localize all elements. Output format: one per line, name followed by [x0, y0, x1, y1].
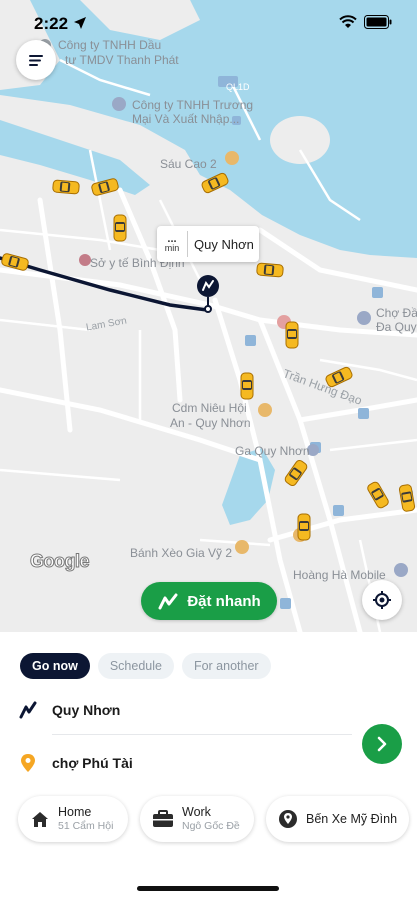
- saved-place-recent[interactable]: Bến Xe Mỹ Đình: [266, 796, 409, 842]
- road-shield-label: QL1D: [226, 82, 250, 92]
- battery-icon: [364, 15, 392, 29]
- saved-place-title: Work: [182, 805, 211, 819]
- taxi-markers: [0, 171, 416, 541]
- booking-tabs: Go now Schedule For another: [20, 653, 271, 679]
- menu-icon: [29, 55, 43, 66]
- my-location-button[interactable]: [362, 580, 402, 620]
- eta-box: ... min: [157, 231, 188, 257]
- wifi-icon: [339, 15, 357, 28]
- saved-place-title: Home: [58, 805, 92, 819]
- poi-label: Hoàng Hà Mobile: [293, 568, 386, 582]
- pickup-pin-icon: [197, 275, 219, 313]
- tab-for-another[interactable]: For another: [181, 653, 271, 679]
- poi-label: Công ty TNHH Trương: [132, 98, 254, 112]
- destination-row[interactable]: chợ Phú Tài: [18, 753, 133, 773]
- taxi-icon: [365, 480, 391, 510]
- pickup-eta-bubble[interactable]: ... min Quy Nhơn: [157, 226, 259, 262]
- pin-icon: [278, 809, 298, 829]
- tab-go-now[interactable]: Go now: [20, 653, 90, 679]
- poi-label: An - Quy Nhơn: [170, 416, 251, 430]
- quick-book-button[interactable]: Đặt nhanh: [141, 582, 277, 620]
- taxi-icon: [200, 171, 230, 195]
- saved-places: Home 51 Cẩm Hội Work Ngô Gốc Đề Bến Xe M…: [18, 796, 409, 842]
- location-arrow-icon: [74, 17, 86, 29]
- menu-button[interactable]: [16, 40, 56, 80]
- eta-unit: min: [164, 243, 180, 253]
- pickup-label: Quy Nhơn: [194, 236, 254, 252]
- divider: [52, 734, 352, 735]
- poi-label: Bánh Xèo Gia Vỹ 2: [130, 546, 233, 560]
- status-bar: 2:22: [0, 0, 417, 46]
- home-icon: [30, 810, 50, 828]
- poi-label: Đa Quy: [376, 320, 417, 334]
- poi-label: Cdm Niêu Hội: [172, 401, 247, 415]
- taxi-icon: [52, 179, 80, 195]
- saved-place-subtitle: Ngô Gốc Đề: [182, 820, 240, 832]
- saved-place-work[interactable]: Work Ngô Gốc Đề: [140, 796, 254, 842]
- taxi-icon: [285, 321, 299, 349]
- pickup-text: Quy Nhơn: [52, 702, 121, 718]
- tab-schedule[interactable]: Schedule: [97, 653, 174, 679]
- poi-label: Ga Quy Nhơn: [235, 444, 310, 458]
- chevron-right-icon: [377, 736, 387, 752]
- home-indicator: [137, 886, 279, 891]
- saved-place-title: Bến Xe Mỹ Đình: [306, 811, 398, 826]
- saved-place-home[interactable]: Home 51 Cẩm Hội: [18, 796, 128, 842]
- eta-value: ...: [167, 233, 177, 245]
- confirm-destination-button[interactable]: [362, 724, 402, 764]
- booking-sheet: Go now Schedule For another Quy Nhơn chợ…: [0, 632, 417, 900]
- map-view[interactable]: Công ty TNHH Dầu tư TMDV Thanh Phát Công…: [0, 0, 417, 632]
- poi-label: Mại Và Xuất Nhập...: [132, 112, 240, 126]
- destination-text: chợ Phú Tài: [52, 755, 133, 771]
- destination-pin-icon: [21, 754, 35, 772]
- route-icon: [158, 593, 178, 610]
- briefcase-icon: [152, 810, 174, 828]
- poi-label: Chợ Đầm: [376, 306, 417, 320]
- poi-label: tư TMDV Thanh Phát: [65, 53, 179, 67]
- crosshair-icon: [373, 591, 391, 609]
- google-attribution: Google: [30, 551, 91, 572]
- poi-label: Sáu Cao 2: [160, 157, 217, 171]
- taxi-icon: [256, 262, 284, 278]
- pickup-row[interactable]: Quy Nhơn: [18, 700, 120, 720]
- status-time: 2:22: [34, 14, 69, 33]
- quick-book-label: Đặt nhanh: [187, 592, 261, 610]
- taxi-icon: [0, 252, 30, 272]
- taxi-icon: [283, 458, 309, 488]
- route-icon: [19, 701, 37, 719]
- taxi-icon: [297, 513, 311, 541]
- taxi-icon: [113, 214, 127, 242]
- taxi-icon: [240, 372, 254, 400]
- taxi-icon: [90, 177, 120, 197]
- taxi-icon: [398, 483, 416, 513]
- saved-place-subtitle: 51 Cẩm Hội: [58, 820, 114, 832]
